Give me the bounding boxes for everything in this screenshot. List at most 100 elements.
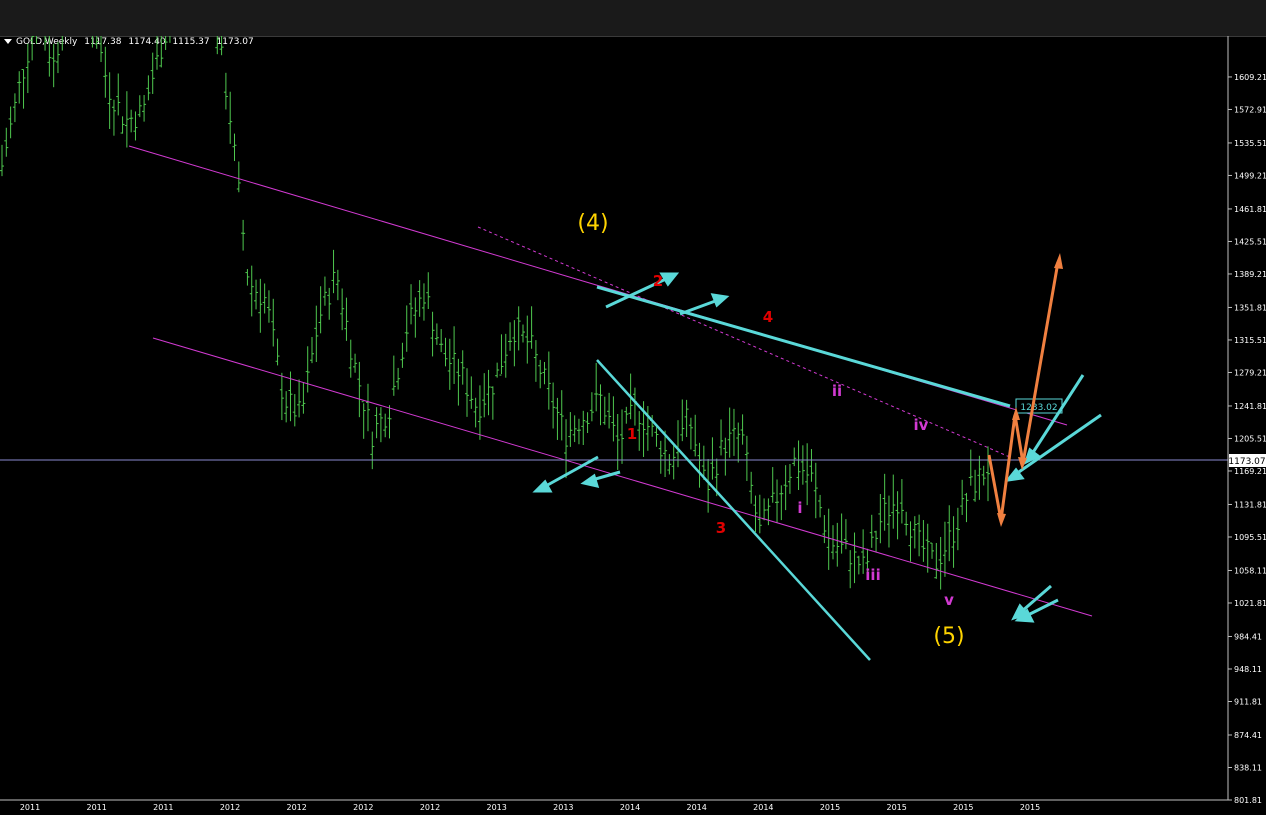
price-tick-label: 911.81	[1234, 697, 1262, 706]
price-bar	[413, 297, 418, 338]
price-bar	[103, 46, 108, 98]
price-bar	[383, 413, 388, 438]
price-bar	[17, 71, 22, 104]
time-tick-label: 2012	[353, 803, 373, 812]
price-bar	[21, 69, 26, 109]
price-bar	[955, 507, 960, 551]
price-bar	[159, 36, 164, 68]
price-bar	[370, 431, 375, 470]
price-bar	[232, 133, 237, 162]
price-bar	[391, 355, 396, 396]
price-bar	[400, 342, 405, 368]
price-bar	[516, 306, 521, 351]
price-bar	[921, 520, 926, 562]
price-bar	[150, 52, 155, 94]
price-chart[interactable]: 1233.02 (4) (5) 1 2 3 4 i ii iii iv v 16…	[0, 36, 1266, 815]
price-bar	[654, 427, 659, 447]
price-bar	[697, 442, 702, 488]
price-bar	[671, 443, 676, 480]
price-bar	[908, 521, 913, 562]
price-tick-label: 1499.21	[1234, 171, 1266, 180]
price-bar	[813, 462, 818, 519]
price-bar	[120, 116, 125, 134]
price-bar	[706, 459, 711, 513]
price-bar	[0, 144, 4, 177]
price-bar	[520, 324, 525, 343]
price-bar	[245, 269, 250, 286]
time-tick-label: 2012	[420, 803, 440, 812]
price-bar	[310, 336, 315, 364]
price-tick-label: 948.11	[1234, 665, 1262, 674]
price-bar	[938, 536, 943, 590]
price-bar	[981, 465, 986, 486]
price-bar	[508, 322, 513, 351]
price-bar	[146, 75, 151, 101]
terminal-toolbar	[0, 0, 1266, 37]
price-bar	[137, 95, 142, 118]
price-bar	[499, 334, 504, 376]
price-bar	[886, 495, 891, 548]
price-bar	[839, 513, 844, 554]
price-tick-label: 1425.51	[1234, 237, 1266, 246]
time-tick-label: 2011	[86, 803, 106, 812]
price-bar	[762, 498, 767, 521]
price-tick-label: 984.41	[1234, 632, 1262, 641]
price-bar	[129, 109, 134, 133]
price-bar	[925, 523, 930, 573]
price-bar	[632, 387, 637, 426]
price-tick-label: 1095.51	[1234, 533, 1266, 542]
price-bar	[973, 469, 978, 502]
level-label: 1233.02	[1020, 403, 1057, 413]
price-tick-label: 1535.51	[1234, 139, 1266, 148]
price-bar	[766, 498, 771, 526]
price-bar	[869, 514, 874, 548]
price-bar	[878, 494, 883, 544]
price-bar	[947, 505, 952, 562]
price-bar	[826, 508, 831, 570]
price-bar	[44, 36, 48, 51]
price-bar	[874, 530, 879, 553]
orange-arrowhead-1	[997, 513, 1006, 527]
price-bar	[904, 511, 909, 536]
time-axis: 2011 2011 2011 2012 2012 2012 2012 2013 2013 2014…	[20, 803, 1040, 812]
price-bar	[417, 280, 422, 317]
price-bar	[305, 346, 310, 393]
time-tick-label: 2013	[486, 803, 506, 812]
price-bar	[542, 361, 547, 385]
price-bar	[426, 272, 431, 309]
price-bar	[47, 36, 52, 77]
price-bar	[835, 522, 840, 567]
price-bar	[374, 407, 379, 439]
price-bar	[899, 479, 904, 524]
price-bar	[848, 550, 853, 589]
price-bar	[723, 437, 728, 476]
price-bar	[538, 359, 543, 389]
price-bar	[830, 525, 835, 560]
price-bar	[353, 353, 358, 373]
time-tick-label: 2014	[753, 803, 773, 812]
price-bar	[800, 445, 805, 485]
price-bar	[490, 386, 495, 420]
price-bar	[55, 41, 60, 74]
price-bar	[843, 519, 848, 550]
time-tick-label: 2012	[286, 803, 306, 812]
price-bar	[163, 36, 168, 50]
price-bar	[430, 311, 435, 357]
price-bar	[61, 36, 63, 51]
price-bar	[744, 435, 749, 481]
price-bar	[930, 542, 935, 559]
wave-label-minute-v: v	[944, 591, 954, 609]
time-tick-label: 2011	[20, 803, 40, 812]
price-bar	[564, 419, 569, 479]
price-bar	[447, 338, 452, 390]
price-bar	[292, 394, 297, 427]
price-tick-label: 838.11	[1234, 763, 1262, 772]
price-tick-label: 1609.21	[1234, 73, 1266, 82]
price-bar	[456, 358, 461, 406]
price-bar	[271, 298, 276, 347]
price-bar	[335, 269, 340, 301]
price-bar	[731, 408, 736, 456]
cyan-arrow-down-left-2	[580, 470, 621, 489]
price-bar	[124, 91, 129, 148]
price-bar	[551, 382, 556, 429]
